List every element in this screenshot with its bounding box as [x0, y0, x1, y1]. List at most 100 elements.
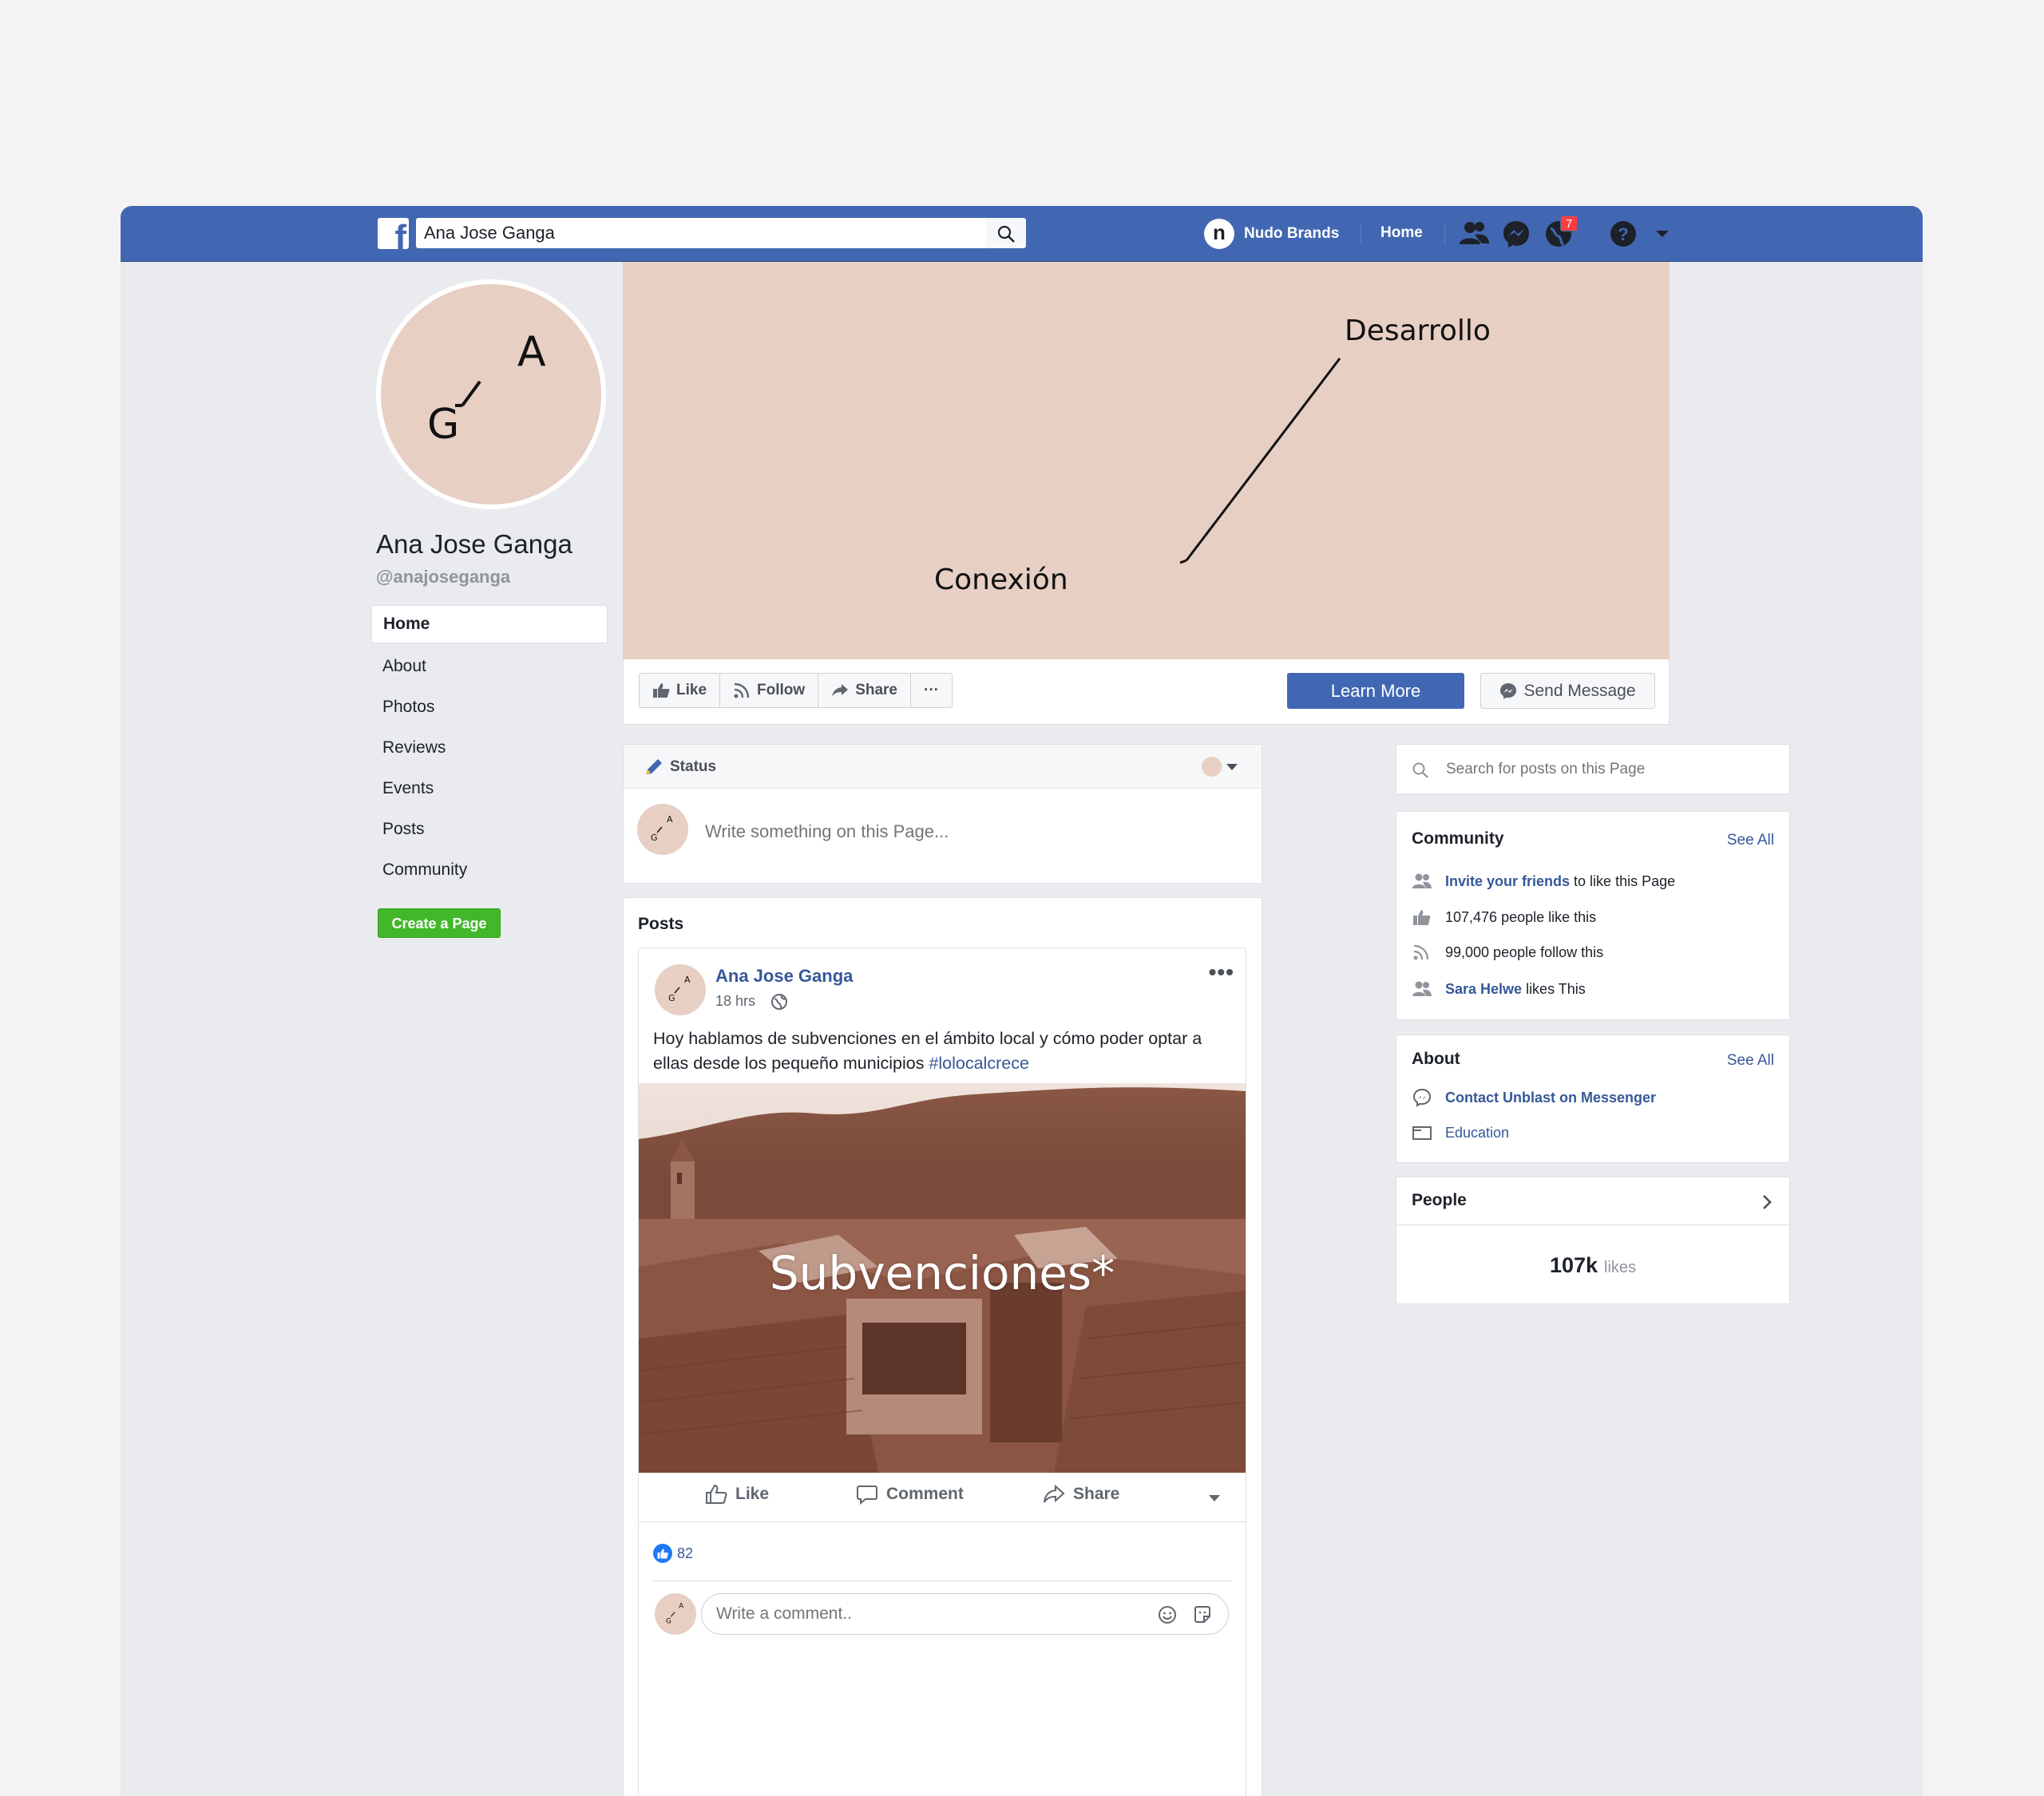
monogram-letter-a: A	[517, 328, 546, 376]
page-action-bar: Like Follow Share ··· Learn More Send Me…	[623, 659, 1670, 725]
post-comment-label: Comment	[886, 1485, 964, 1503]
profile-picture[interactable]: A G	[376, 279, 606, 509]
friend-likes-text: likes This	[1522, 980, 1586, 997]
page-follow-button[interactable]: Follow	[720, 674, 819, 707]
search-icon	[997, 225, 1015, 243]
people-icon	[1412, 981, 1432, 996]
globe-icon	[771, 994, 787, 1010]
composer-input[interactable]	[705, 821, 1224, 842]
sidebar-item-events[interactable]: Events	[371, 768, 608, 809]
send-message-button[interactable]: Send Message	[1480, 673, 1655, 709]
divider	[653, 1580, 1231, 1581]
page-action-group: Like Follow Share ···	[639, 673, 953, 708]
svg-text:G: G	[668, 993, 675, 1003]
invite-friends-text: to like this Page	[1570, 872, 1676, 889]
comment-bubble-icon	[857, 1485, 877, 1505]
contact-messenger-link[interactable]: Contact Unblast on Messenger	[1445, 1090, 1656, 1106]
page-more-button[interactable]: ···	[911, 674, 952, 707]
messenger-outline-icon	[1412, 1088, 1432, 1107]
people-icon	[1412, 873, 1432, 888]
post-like-label: Like	[735, 1485, 770, 1503]
comment-input[interactable]	[716, 1604, 1115, 1624]
monogram-letter-g: G	[427, 401, 459, 449]
post-options-icon[interactable]: •••	[1209, 959, 1234, 985]
top-navigation-bar: f n Nudo Brands Home 7 ?	[121, 206, 1923, 262]
messenger-icon	[1500, 682, 1517, 699]
global-search-input[interactable]	[416, 218, 927, 248]
emoji-icon[interactable]	[1157, 1604, 1178, 1625]
account-menu-caret-icon[interactable]	[1654, 219, 1671, 249]
chevron-down-icon[interactable]	[1226, 764, 1238, 770]
page-post-search-input[interactable]	[1446, 761, 1765, 778]
page-sidebar-nav: Home About Photos Reviews Events Posts C…	[371, 605, 608, 890]
sidebar-item-photos[interactable]: Photos	[371, 686, 608, 727]
people-likes-summary: 107k likes	[1396, 1253, 1789, 1278]
page-share-label: Share	[855, 682, 897, 698]
sidebar-item-about[interactable]: About	[371, 646, 608, 686]
post-comment-button[interactable]: Comment	[856, 1484, 964, 1505]
post-author-name[interactable]: Ana Jose Ganga	[715, 966, 853, 987]
post-timestamp[interactable]: 18 hrs	[715, 993, 755, 1010]
svg-text:A: A	[667, 814, 673, 825]
page-handle[interactable]: @anajoseganga	[376, 567, 510, 587]
thumbs-up-icon	[1413, 910, 1431, 925]
post-author-avatar[interactable]: AG	[655, 964, 706, 1015]
search-button[interactable]	[986, 218, 1026, 248]
nav-profile-link[interactable]: n Nudo Brands	[1204, 218, 1339, 250]
post-hashtag[interactable]: #lolocalcrece	[929, 1054, 1028, 1073]
cover-connector-line	[1179, 358, 1341, 564]
sidebar-item-home[interactable]: Home	[371, 605, 608, 643]
sidebar-item-reviews[interactable]: Reviews	[371, 727, 608, 768]
community-see-all-link[interactable]: See All	[1727, 832, 1774, 849]
post-share-button[interactable]: Share	[1043, 1484, 1119, 1505]
about-see-all-link[interactable]: See All	[1727, 1052, 1774, 1070]
post: AG Ana Jose Ganga 18 hrs ••• Hoy hablamo…	[638, 947, 1246, 1796]
chevron-down-icon[interactable]	[1209, 1495, 1220, 1501]
posts-heading: Posts	[638, 915, 684, 933]
svg-text:G: G	[666, 1617, 671, 1625]
post-image[interactable]: Subvenciones*	[639, 1083, 1246, 1473]
facebook-logo-icon[interactable]: f	[378, 218, 409, 249]
cover-photo[interactable]: Desarrollo Conexión	[623, 262, 1670, 659]
post-text-body: Hoy hablamos de subvenciones en el ámbit…	[653, 1029, 1202, 1073]
composer-tab-status[interactable]: Status	[670, 758, 716, 776]
education-link[interactable]: Education	[1445, 1125, 1509, 1141]
invite-friends-link[interactable]: Invite your friends	[1445, 873, 1570, 890]
rss-follow-icon	[734, 682, 750, 698]
composer-identity-avatar[interactable]	[1202, 757, 1222, 777]
page-share-button[interactable]: Share	[818, 674, 911, 707]
people-title: People	[1412, 1191, 1467, 1209]
svg-text:A: A	[679, 1603, 684, 1611]
post-text: Hoy hablamos de subvenciones en el ámbit…	[653, 1027, 1236, 1076]
search-box	[416, 218, 986, 248]
post-like-button[interactable]: Like	[705, 1484, 769, 1505]
sidebar-item-community[interactable]: Community	[371, 849, 608, 890]
friend-name-link[interactable]: Sara Helwe	[1445, 981, 1522, 998]
post-reactions[interactable]: 82	[653, 1544, 693, 1563]
people-header[interactable]: People	[1396, 1177, 1789, 1225]
composer-header: Status	[624, 745, 1262, 789]
nav-home-link[interactable]: Home	[1380, 224, 1423, 242]
help-icon[interactable]: ?	[1609, 219, 1638, 249]
chevron-right-icon	[1763, 1195, 1772, 1209]
create-page-button[interactable]: Create a Page	[378, 908, 501, 938]
notifications-badge: 7	[1560, 216, 1578, 231]
status-composer: Status AG	[623, 744, 1262, 884]
commenter-avatar: AG	[655, 1593, 696, 1635]
composer-avatar: AG	[637, 804, 688, 855]
svg-text:A: A	[684, 975, 691, 985]
page-like-button[interactable]: Like	[640, 674, 721, 707]
about-education-row: Education	[1412, 1124, 1509, 1141]
posts-section: Posts AG Ana Jose Ganga 18 hrs ••• Hoy h…	[623, 897, 1262, 1796]
friend-requests-icon[interactable]	[1459, 219, 1491, 249]
messenger-icon[interactable]	[1502, 219, 1531, 249]
post-share-label: Share	[1073, 1485, 1120, 1503]
search-icon	[1412, 762, 1428, 778]
reaction-count: 82	[677, 1545, 694, 1561]
people-likes-label: likes	[1604, 1259, 1637, 1276]
about-title: About	[1412, 1050, 1460, 1068]
learn-more-button[interactable]: Learn More	[1287, 673, 1464, 709]
page-like-label: Like	[676, 682, 707, 698]
sticker-icon[interactable]	[1192, 1604, 1213, 1625]
sidebar-item-posts[interactable]: Posts	[371, 809, 608, 849]
